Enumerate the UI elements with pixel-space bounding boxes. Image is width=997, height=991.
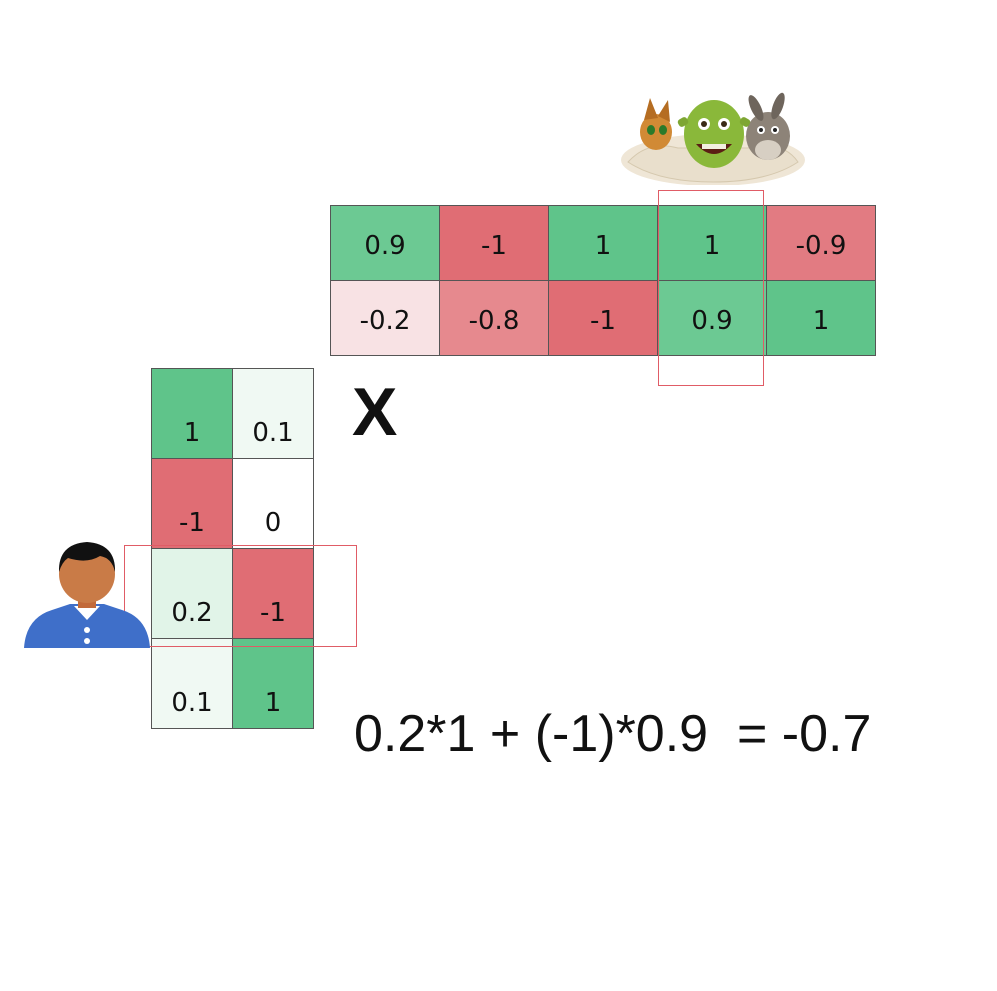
highlighted-item-column — [658, 190, 764, 386]
item-matrix-cell: -0.2 — [330, 280, 440, 356]
item-matrix-body: 0.9 -1 1 1 -0.9 -0.2 -0.8 -1 0.9 1 — [330, 205, 876, 356]
item-matrix-row: -0.2 -0.8 -1 0.9 1 — [330, 280, 876, 356]
dot-product-equation: 0.2*1 + (-1)*0.9 = -0.7 — [354, 705, 872, 763]
item-matrix-cell: -0.8 — [439, 280, 549, 356]
item-matrix-cell: -1 — [439, 205, 549, 281]
user-matrix-cell: 1 — [151, 368, 233, 459]
user-matrix-row: 1 0.1 — [151, 368, 314, 459]
highlighted-user-row — [124, 545, 357, 647]
item-matrix-cell: -1 — [548, 280, 658, 356]
user-matrix-cell: 0 — [232, 458, 314, 549]
user-matrix-cell: -1 — [151, 458, 233, 549]
multiplication-symbol: X — [352, 374, 398, 450]
user-matrix-cell: 1 — [232, 638, 314, 729]
user-matrix-cell: 0.1 — [151, 638, 233, 729]
shrek-characters-illustration — [621, 92, 805, 185]
user-matrix-row: -1 0 — [151, 458, 314, 549]
item-embedding-matrix: 0.9 -1 1 1 -0.9 -0.2 -0.8 -1 0.9 1 — [330, 205, 876, 356]
item-matrix-cell: 1 — [766, 280, 876, 356]
item-matrix-cell: -0.9 — [766, 205, 876, 281]
item-matrix-cell: 1 — [548, 205, 658, 281]
person-avatar-icon — [24, 542, 150, 648]
user-matrix-cell: 0.1 — [232, 368, 314, 459]
item-matrix-row: 0.9 -1 1 1 -0.9 — [330, 205, 876, 281]
user-matrix-row: 0.1 1 — [151, 638, 314, 729]
item-matrix-cell: 0.9 — [330, 205, 440, 281]
